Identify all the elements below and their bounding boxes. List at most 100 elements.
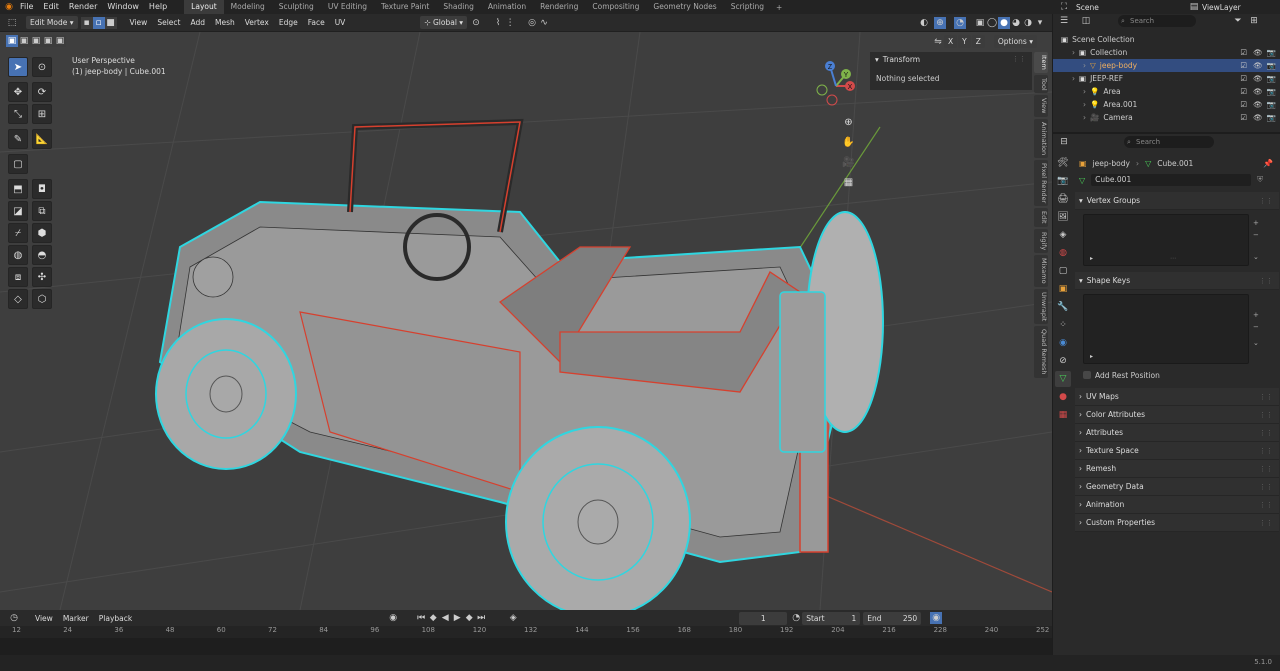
sidebar-tab-mixamo[interactable]: Mixamo xyxy=(1034,255,1048,287)
shear-tool[interactable]: ◇ xyxy=(8,289,28,309)
workspace-tab-texture-paint[interactable]: Texture Paint xyxy=(374,0,436,14)
axis-x-toggle[interactable]: X xyxy=(944,35,958,48)
select-intersect-icon[interactable]: ▣ xyxy=(42,35,54,47)
properties-editor-icon[interactable]: ⊟ xyxy=(1058,136,1070,148)
select-extend-icon[interactable]: ▣ xyxy=(18,35,30,47)
ortho-grid-icon[interactable]: ▦ xyxy=(840,174,857,191)
workspace-tab-sculpting[interactable]: Sculpting xyxy=(272,0,321,14)
visibility-icon[interactable]: ◐ xyxy=(918,17,930,29)
workspace-tab-shading[interactable]: Shading xyxy=(436,0,480,14)
panel-drag-icon[interactable]: ⋮⋮ xyxy=(1259,478,1273,496)
output-tab-icon[interactable]: 🖨 xyxy=(1055,191,1071,207)
menu-window[interactable]: Window xyxy=(102,0,144,14)
start-frame-field[interactable]: Start 1 xyxy=(802,611,861,625)
outliner-row-jeep-ref[interactable]: › ▣ JEEP-REF ☑ 👁 📷 xyxy=(1053,72,1280,85)
timeline-editor-type-icon[interactable]: ◷ xyxy=(8,612,20,624)
viewport-menu-face[interactable]: Face xyxy=(303,18,330,27)
transform-header[interactable]: Transform xyxy=(883,55,920,64)
timeline-menu-view[interactable]: View xyxy=(30,614,58,623)
rip-tool[interactable]: ⬡ xyxy=(32,289,52,309)
exclude-checkbox-icon[interactable]: ☑ xyxy=(1240,98,1247,111)
end-frame-field[interactable]: End 250 xyxy=(863,611,922,625)
timeline-ruler[interactable]: 12 24 36 48 60 72 84 96 108 120 132 144 156 168 180 192… xyxy=(0,626,1052,638)
timeline-menu-marker[interactable]: Marker xyxy=(58,614,94,623)
sidebar-tab-rigify[interactable]: Rigify xyxy=(1034,228,1048,254)
select-subtract-icon[interactable]: ▣ xyxy=(30,35,42,47)
navigation-gizmo[interactable]: X Y Z xyxy=(806,56,866,116)
panel-texture-space[interactable]: › Texture Space ⋮⋮ xyxy=(1075,442,1279,460)
outliner-editor-icon[interactable]: ☰ xyxy=(1058,15,1070,27)
workspace-tab-geometry-nodes[interactable]: Geometry Nodes xyxy=(646,0,723,14)
panel-drag-icon[interactable]: ⋮⋮ xyxy=(1259,442,1273,460)
xray-toggle-icon[interactable]: ▣ xyxy=(974,17,986,29)
visibility-eye-icon[interactable]: 👁 xyxy=(1253,59,1263,72)
add-cube-tool[interactable]: ▢ xyxy=(8,154,28,174)
sidebar-tab-pixel-render[interactable]: Pixel Render xyxy=(1034,160,1048,207)
sidebar-tab-unwrapit[interactable]: Unwrapit xyxy=(1034,288,1048,325)
outliner-row-jeep-body[interactable]: › ▽ jeep-body ☑ 👁 📷 xyxy=(1053,59,1280,72)
add-rest-position-checkbox[interactable] xyxy=(1083,371,1091,379)
rendered-shading-icon[interactable]: ◑ xyxy=(1022,17,1034,29)
vertex-groups-resize-icon[interactable]: ⋯ xyxy=(1170,255,1176,262)
transform-tool[interactable]: ⊞ xyxy=(32,104,52,124)
inset-tool[interactable]: ◘ xyxy=(32,179,52,199)
knife-tool[interactable]: ⌿ xyxy=(8,223,28,243)
viewport-menu-add[interactable]: Add xyxy=(185,18,210,27)
spin-tool[interactable]: ◍ xyxy=(8,245,28,265)
render-tab-icon[interactable]: 📷 xyxy=(1055,173,1071,189)
vertex-groups-list[interactable]: ▸ ⋯ xyxy=(1083,214,1249,266)
visibility-eye-icon[interactable]: 👁 xyxy=(1253,98,1263,111)
panel-color-attributes[interactable]: › Color Attributes ⋮⋮ xyxy=(1075,406,1279,424)
vertex-group-remove-icon[interactable]: − xyxy=(1253,229,1259,241)
exclude-checkbox-icon[interactable]: ☑ xyxy=(1240,46,1247,59)
render-visibility-icon[interactable]: 📷 xyxy=(1267,85,1276,98)
panel-drag-icon[interactable]: ⋮⋮ xyxy=(1259,424,1273,442)
tool-tab-icon[interactable]: 🛠 xyxy=(1055,155,1071,171)
outliner-row-scene-collection[interactable]: ▣ Scene Collection xyxy=(1053,33,1280,46)
mesh-data-tab-icon[interactable]: ▽ xyxy=(1055,371,1071,387)
transform-orientation-dropdown[interactable]: ⊹ Global ▾ xyxy=(420,16,468,29)
select-box-tool[interactable]: ➤ xyxy=(8,57,28,77)
world-tab-icon[interactable]: ◍ xyxy=(1055,245,1071,261)
fake-user-icon[interactable]: ⛨ xyxy=(1257,175,1263,185)
play-icon[interactable]: ▶ xyxy=(451,612,463,624)
jeep-mesh[interactable] xyxy=(155,118,884,610)
mode-selector[interactable]: Edit Mode ▾ xyxy=(26,16,78,29)
panel-custom-properties[interactable]: › Custom Properties ⋮⋮ xyxy=(1075,514,1279,532)
workspace-tab-modeling[interactable]: Modeling xyxy=(224,0,272,14)
scene-tab-icon[interactable]: ◈ xyxy=(1055,227,1071,243)
panel-geometry-data[interactable]: › Geometry Data ⋮⋮ xyxy=(1075,478,1279,496)
vertex-select-icon[interactable]: ▪ xyxy=(80,16,93,29)
render-visibility-icon[interactable]: 📷 xyxy=(1267,72,1276,85)
expand-chevron-icon[interactable]: › xyxy=(1072,46,1075,59)
record-icon[interactable]: ◉ xyxy=(387,612,399,624)
move-tool[interactable]: ✥ xyxy=(8,82,28,102)
particles-tab-icon[interactable]: ⁘ xyxy=(1055,317,1071,333)
snap-target-icon[interactable]: ⋮ xyxy=(504,17,516,29)
exclude-checkbox-icon[interactable]: ☑ xyxy=(1240,111,1247,124)
view-layer-tab-icon[interactable]: 🖼 xyxy=(1055,209,1071,225)
editor-type-icon[interactable]: ⬚ xyxy=(6,17,18,29)
datablock-field[interactable]: Cube.001 xyxy=(1091,174,1252,186)
sidebar-tab-view[interactable]: View xyxy=(1034,95,1048,117)
outliner-row-area[interactable]: › 💡 Area ☑ 👁 📷 xyxy=(1053,85,1280,98)
viewport-menu-view[interactable]: View xyxy=(125,18,153,27)
visibility-eye-icon[interactable]: 👁 xyxy=(1253,111,1263,124)
edge-select-icon[interactable]: ▫ xyxy=(92,16,105,29)
properties-search-input[interactable]: ⌕ Search xyxy=(1124,136,1214,148)
vertex-group-menu-icon[interactable]: ⌄ xyxy=(1253,251,1259,263)
expand-chevron-icon[interactable]: › xyxy=(1083,59,1086,72)
zoom-icon[interactable]: ⊕ xyxy=(840,114,857,131)
render-visibility-icon[interactable]: 📷 xyxy=(1267,98,1276,111)
select-invert-icon[interactable]: ▣ xyxy=(54,35,66,47)
pivot-point-icon[interactable]: ⊙ xyxy=(470,17,482,29)
viewport-menu-mesh[interactable]: Mesh xyxy=(210,18,240,27)
menu-edit[interactable]: Edit xyxy=(38,0,64,14)
sidebar-tab-tool[interactable]: Tool xyxy=(1034,74,1048,94)
exclude-checkbox-icon[interactable]: ☑ xyxy=(1240,85,1247,98)
keying-icon[interactable]: ◈ xyxy=(507,612,519,624)
cursor-tool[interactable]: ⊙ xyxy=(32,57,52,77)
vertex-group-add-icon[interactable]: + xyxy=(1253,217,1259,229)
gizmo-toggle-icon[interactable]: ⊕ xyxy=(934,16,946,29)
loop-cut-tool[interactable]: ⧉ xyxy=(32,201,52,221)
